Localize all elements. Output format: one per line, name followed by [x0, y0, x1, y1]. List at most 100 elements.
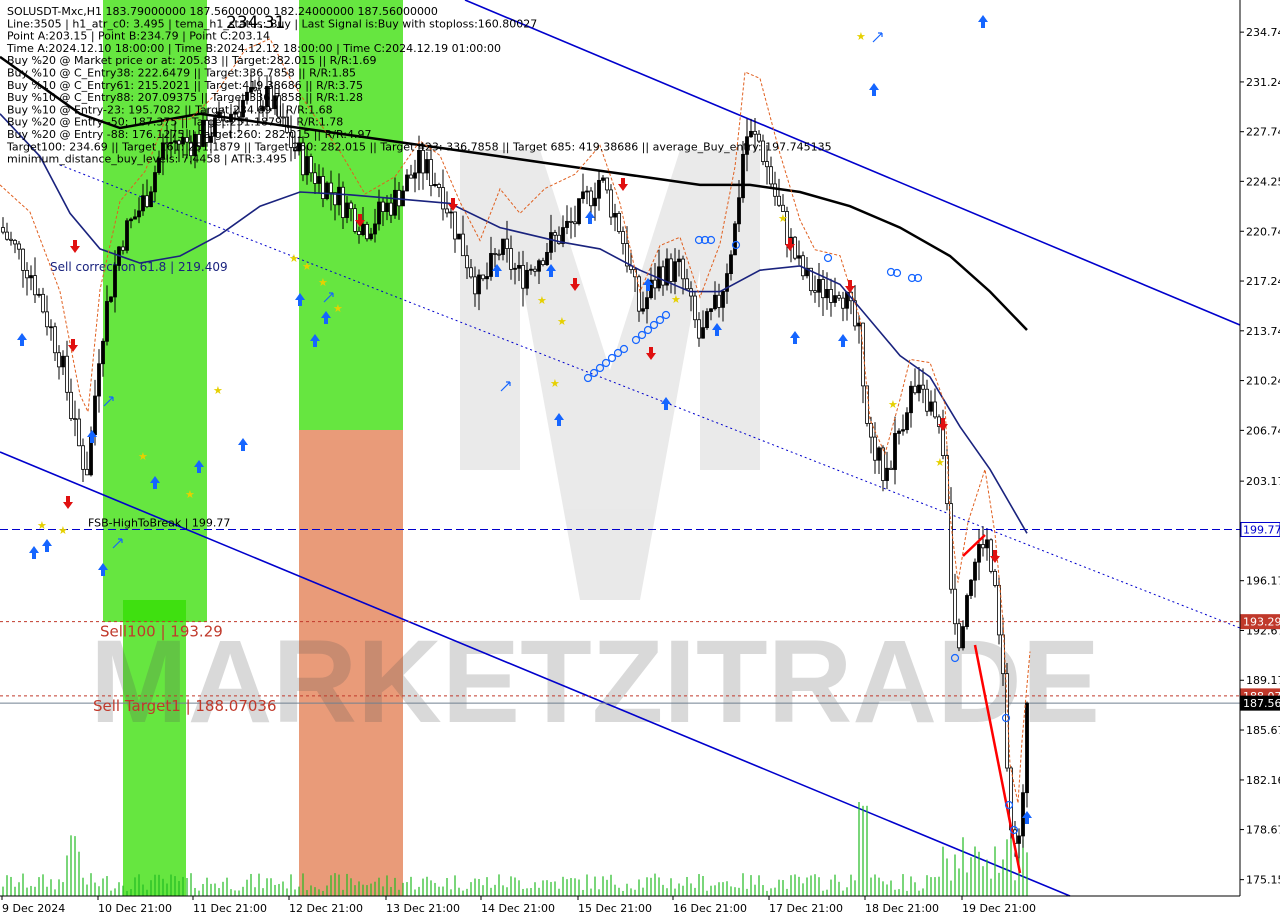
candle-body — [893, 433, 897, 470]
candle-body — [365, 224, 369, 240]
candle-body — [413, 172, 417, 179]
candle-body — [837, 295, 841, 299]
candle-body — [881, 447, 885, 481]
candle-body — [733, 223, 737, 256]
candle-body — [669, 258, 673, 282]
y-tick-label: 234.74 — [1246, 26, 1280, 39]
star-icon: ★ — [289, 252, 299, 265]
candle-body — [461, 233, 465, 257]
candle-body — [121, 246, 125, 251]
candle-body — [981, 544, 985, 549]
candle-body — [613, 213, 617, 218]
x-tick-label: 14 Dec 21:00 — [481, 902, 555, 915]
price-tag-label: 193.29 — [1243, 616, 1280, 629]
candle-body — [841, 297, 845, 309]
candle-body — [585, 190, 589, 193]
candle-body — [29, 275, 33, 279]
y-tick-label: 217.24 — [1246, 275, 1280, 288]
candle-body — [917, 384, 921, 394]
candle-body — [345, 202, 349, 218]
candle-body — [369, 233, 373, 240]
candle-body — [389, 202, 393, 216]
candle-body — [381, 201, 385, 212]
candle-body — [681, 258, 685, 280]
candle-body — [1025, 702, 1029, 794]
candle-body — [601, 177, 605, 181]
candle-body — [897, 430, 901, 434]
candle-body — [397, 189, 401, 207]
candle-body — [433, 184, 437, 187]
fsb-level-label: FSB-HighToBreak | 199.77 — [88, 516, 230, 529]
candle-body — [769, 166, 773, 185]
star-icon: ★ — [856, 30, 866, 43]
candle-body — [961, 626, 965, 649]
candle-body — [361, 224, 365, 235]
candle-body — [501, 238, 505, 255]
x-tick-label: 11 Dec 21:00 — [193, 902, 267, 915]
candle-body — [373, 223, 377, 235]
candle-body — [933, 401, 937, 418]
candle-body — [53, 326, 57, 354]
candle-body — [405, 174, 409, 192]
candle-body — [125, 220, 129, 251]
candle-body — [717, 294, 721, 308]
candle-body — [781, 204, 785, 212]
candle-body — [341, 186, 345, 218]
candle-body — [589, 190, 593, 207]
candle-body — [457, 233, 461, 240]
info-line: Line:3505 | h1_atr_c0: 3.495 | tema_h1_s… — [7, 17, 537, 30]
chart-stage: MARKETZITRADE FSB-HighToBreak | 199.77 S… — [0, 0, 1280, 920]
candle-body — [653, 279, 657, 289]
candle-body — [105, 301, 109, 342]
price-tag-label: 199.77 — [1243, 523, 1280, 536]
candle-body — [705, 311, 709, 329]
sell100-level-label: Sell100 | 193.29 — [100, 623, 223, 641]
candle-body — [109, 296, 113, 302]
x-tick-label: 16 Dec 21:00 — [673, 902, 747, 915]
candle-body — [709, 308, 713, 312]
price-axis: 234.74 231.24 227.74 224.25 220.74 217.24 213.… — [1239, 0, 1280, 896]
candle-body — [497, 253, 501, 256]
candle-body — [305, 156, 309, 176]
candle-body — [485, 276, 489, 280]
info-line: Buy %20 @ Entry -50: 187.375 || Target:2… — [7, 116, 343, 129]
candle-body — [1, 227, 5, 233]
candle-body — [73, 418, 77, 420]
y-tick-label: 182.16 — [1246, 774, 1280, 787]
candle-body — [673, 261, 677, 282]
y-tick-label: 203.17 — [1246, 475, 1280, 488]
candle-body — [37, 293, 41, 296]
candle-body — [797, 255, 801, 259]
candle-body — [541, 260, 545, 266]
candle-body — [621, 231, 625, 244]
y-tick-label: 206.74 — [1246, 424, 1280, 437]
candle-body — [989, 539, 993, 572]
candle-body — [421, 149, 425, 174]
candle-body — [153, 172, 157, 193]
candle-body — [925, 388, 929, 412]
candle-body — [645, 297, 649, 310]
candle-body — [693, 295, 697, 321]
candle-body — [993, 570, 997, 586]
x-tick-label: 18 Dec 21:00 — [865, 902, 939, 915]
candle-body — [61, 355, 65, 368]
candle-body — [429, 159, 433, 187]
x-tick-label: 15 Dec 21:00 — [578, 902, 652, 915]
candle-body — [641, 308, 645, 312]
candle-body — [581, 191, 585, 200]
candle-body — [537, 260, 541, 272]
candle-body — [521, 265, 525, 289]
candle-body — [813, 290, 817, 293]
candle-body — [465, 255, 469, 269]
x-tick-label: 17 Dec 21:00 — [769, 902, 843, 915]
candle-body — [677, 258, 681, 263]
candle-body — [553, 232, 557, 236]
star-icon: ★ — [37, 519, 47, 532]
candle-body — [525, 269, 529, 289]
candle-body — [449, 211, 453, 214]
y-tick-label: 178.67 — [1246, 824, 1280, 837]
info-line: Time A:2024.12.10 18:00:00 | Time B:2024… — [6, 42, 501, 55]
candle-body — [5, 231, 9, 240]
y-tick-label: 213.74 — [1246, 325, 1280, 338]
candle-body — [313, 172, 317, 184]
